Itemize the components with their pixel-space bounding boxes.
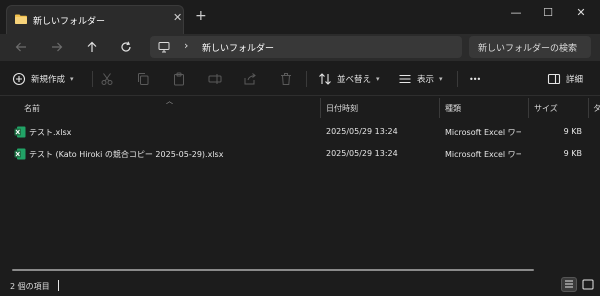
tiles-view-button[interactable] bbox=[580, 277, 596, 292]
maximize-button[interactable]: ☐ bbox=[538, 6, 558, 20]
address-path-box[interactable]: › 新しいフォルダー bbox=[150, 36, 462, 58]
delete-icon[interactable] bbox=[279, 70, 293, 88]
details-pane-label: 詳細 bbox=[566, 75, 584, 85]
new-tab-button[interactable]: + bbox=[195, 9, 207, 23]
column-header-row: ︿ 名前 日付時刻 種類 サイズ タ bbox=[0, 97, 600, 118]
file-name: テスト (Kato Hiroki の競合コピー 2025-05-29).xlsx bbox=[29, 150, 224, 159]
plus-circle-icon bbox=[12, 72, 26, 86]
toolbar-divider bbox=[92, 71, 93, 87]
paste-icon[interactable] bbox=[172, 70, 186, 88]
excel-file-icon bbox=[14, 148, 26, 160]
file-date: 2025/05/29 13:24 bbox=[326, 149, 398, 158]
search-input[interactable]: 新しいフォルダーの検索 bbox=[469, 36, 591, 58]
new-button[interactable]: 新規作成 ▾ bbox=[12, 70, 74, 88]
more-options-button[interactable]: ••• bbox=[469, 70, 481, 88]
status-divider bbox=[58, 280, 59, 291]
more-icon: ••• bbox=[469, 74, 481, 84]
item-count: 2 個の項目 bbox=[10, 282, 50, 291]
column-divider[interactable] bbox=[528, 98, 529, 118]
file-size: 9 KB bbox=[563, 149, 582, 158]
column-divider[interactable] bbox=[320, 98, 321, 118]
sort-button[interactable]: 並べ替え ▾ bbox=[318, 70, 380, 88]
refresh-icon bbox=[121, 41, 131, 52]
list-item[interactable]: テスト (Kato Hiroki の競合コピー 2025-05-29).xlsx… bbox=[0, 144, 600, 164]
details-view-icon bbox=[565, 280, 573, 288]
status-bar: 2 個の項目 bbox=[0, 274, 600, 296]
file-date: 2025/05/29 13:24 bbox=[326, 127, 398, 136]
address-bar: › 新しいフォルダー 新しいフォルダーの検索 bbox=[0, 34, 600, 61]
column-divider[interactable] bbox=[588, 98, 589, 118]
file-type: Microsoft Excel ワークシート bbox=[445, 128, 521, 137]
cut-icon[interactable] bbox=[100, 70, 114, 88]
details-pane-button[interactable]: 詳細 bbox=[547, 70, 583, 88]
tab-current-folder[interactable]: 新しいフォルダー ✕ bbox=[6, 5, 184, 34]
column-divider[interactable] bbox=[439, 98, 440, 118]
column-header-type[interactable]: 種類 bbox=[445, 103, 461, 114]
search-placeholder: 新しいフォルダーの検索 bbox=[478, 44, 578, 54]
sort-button-label: 並べ替え bbox=[337, 75, 372, 85]
view-button-label: 表示 bbox=[417, 75, 435, 85]
tiles-view-icon bbox=[582, 279, 594, 290]
copy-icon[interactable] bbox=[136, 70, 150, 88]
chevron-down-icon: ▾ bbox=[376, 75, 380, 83]
chevron-down-icon: ▾ bbox=[70, 75, 74, 83]
up-button[interactable] bbox=[82, 38, 102, 56]
details-view-button[interactable] bbox=[561, 277, 577, 292]
command-bar: 新規作成 ▾ 並べ替え ▾ 表示 ▾ ••• 詳細 bbox=[0, 61, 600, 96]
view-button[interactable]: 表示 ▾ bbox=[398, 70, 443, 88]
arrow-up-icon bbox=[87, 41, 97, 52]
list-item[interactable]: テスト.xlsx 2025/05/29 13:24 Microsoft Exce… bbox=[0, 122, 600, 142]
folder-icon bbox=[15, 14, 27, 24]
back-button[interactable] bbox=[11, 38, 31, 56]
horizontal-scrollbar[interactable] bbox=[12, 269, 534, 271]
sort-icon bbox=[319, 73, 331, 85]
share-icon[interactable] bbox=[243, 70, 257, 88]
breadcrumb-current-folder[interactable]: 新しいフォルダー bbox=[202, 41, 274, 54]
file-size: 9 KB bbox=[563, 127, 582, 136]
sort-ascending-icon: ︿ bbox=[166, 97, 173, 105]
pc-icon bbox=[158, 42, 170, 53]
column-header-name[interactable]: 名前 bbox=[24, 103, 40, 114]
new-button-label: 新規作成 bbox=[31, 75, 66, 85]
breadcrumb-separator-icon[interactable]: › bbox=[184, 39, 188, 52]
file-type: Microsoft Excel ワークシート bbox=[445, 150, 521, 159]
excel-file-icon bbox=[14, 126, 26, 138]
column-header-extra[interactable]: タ bbox=[593, 103, 600, 114]
tab-title: 新しいフォルダー bbox=[33, 17, 106, 27]
close-window-button[interactable]: ✕ bbox=[571, 6, 591, 20]
minimize-button[interactable]: — bbox=[506, 6, 526, 20]
rename-icon[interactable] bbox=[208, 70, 222, 88]
refresh-button[interactable] bbox=[116, 38, 136, 56]
forward-button[interactable] bbox=[47, 38, 67, 56]
toolbar-divider bbox=[457, 71, 458, 87]
file-name: テスト.xlsx bbox=[29, 128, 72, 137]
chevron-down-icon: ▾ bbox=[439, 75, 443, 83]
tab-close-icon[interactable]: ✕ bbox=[173, 11, 182, 24]
details-pane-icon bbox=[547, 73, 561, 85]
view-list-icon bbox=[399, 74, 411, 84]
arrow-left-icon bbox=[15, 42, 26, 52]
column-header-date[interactable]: 日付時刻 bbox=[326, 103, 358, 114]
column-header-size[interactable]: サイズ bbox=[534, 103, 558, 114]
title-bar: 新しいフォルダー ✕ + — ☐ ✕ bbox=[0, 0, 600, 34]
toolbar-divider bbox=[306, 71, 307, 87]
arrow-right-icon bbox=[52, 42, 63, 52]
